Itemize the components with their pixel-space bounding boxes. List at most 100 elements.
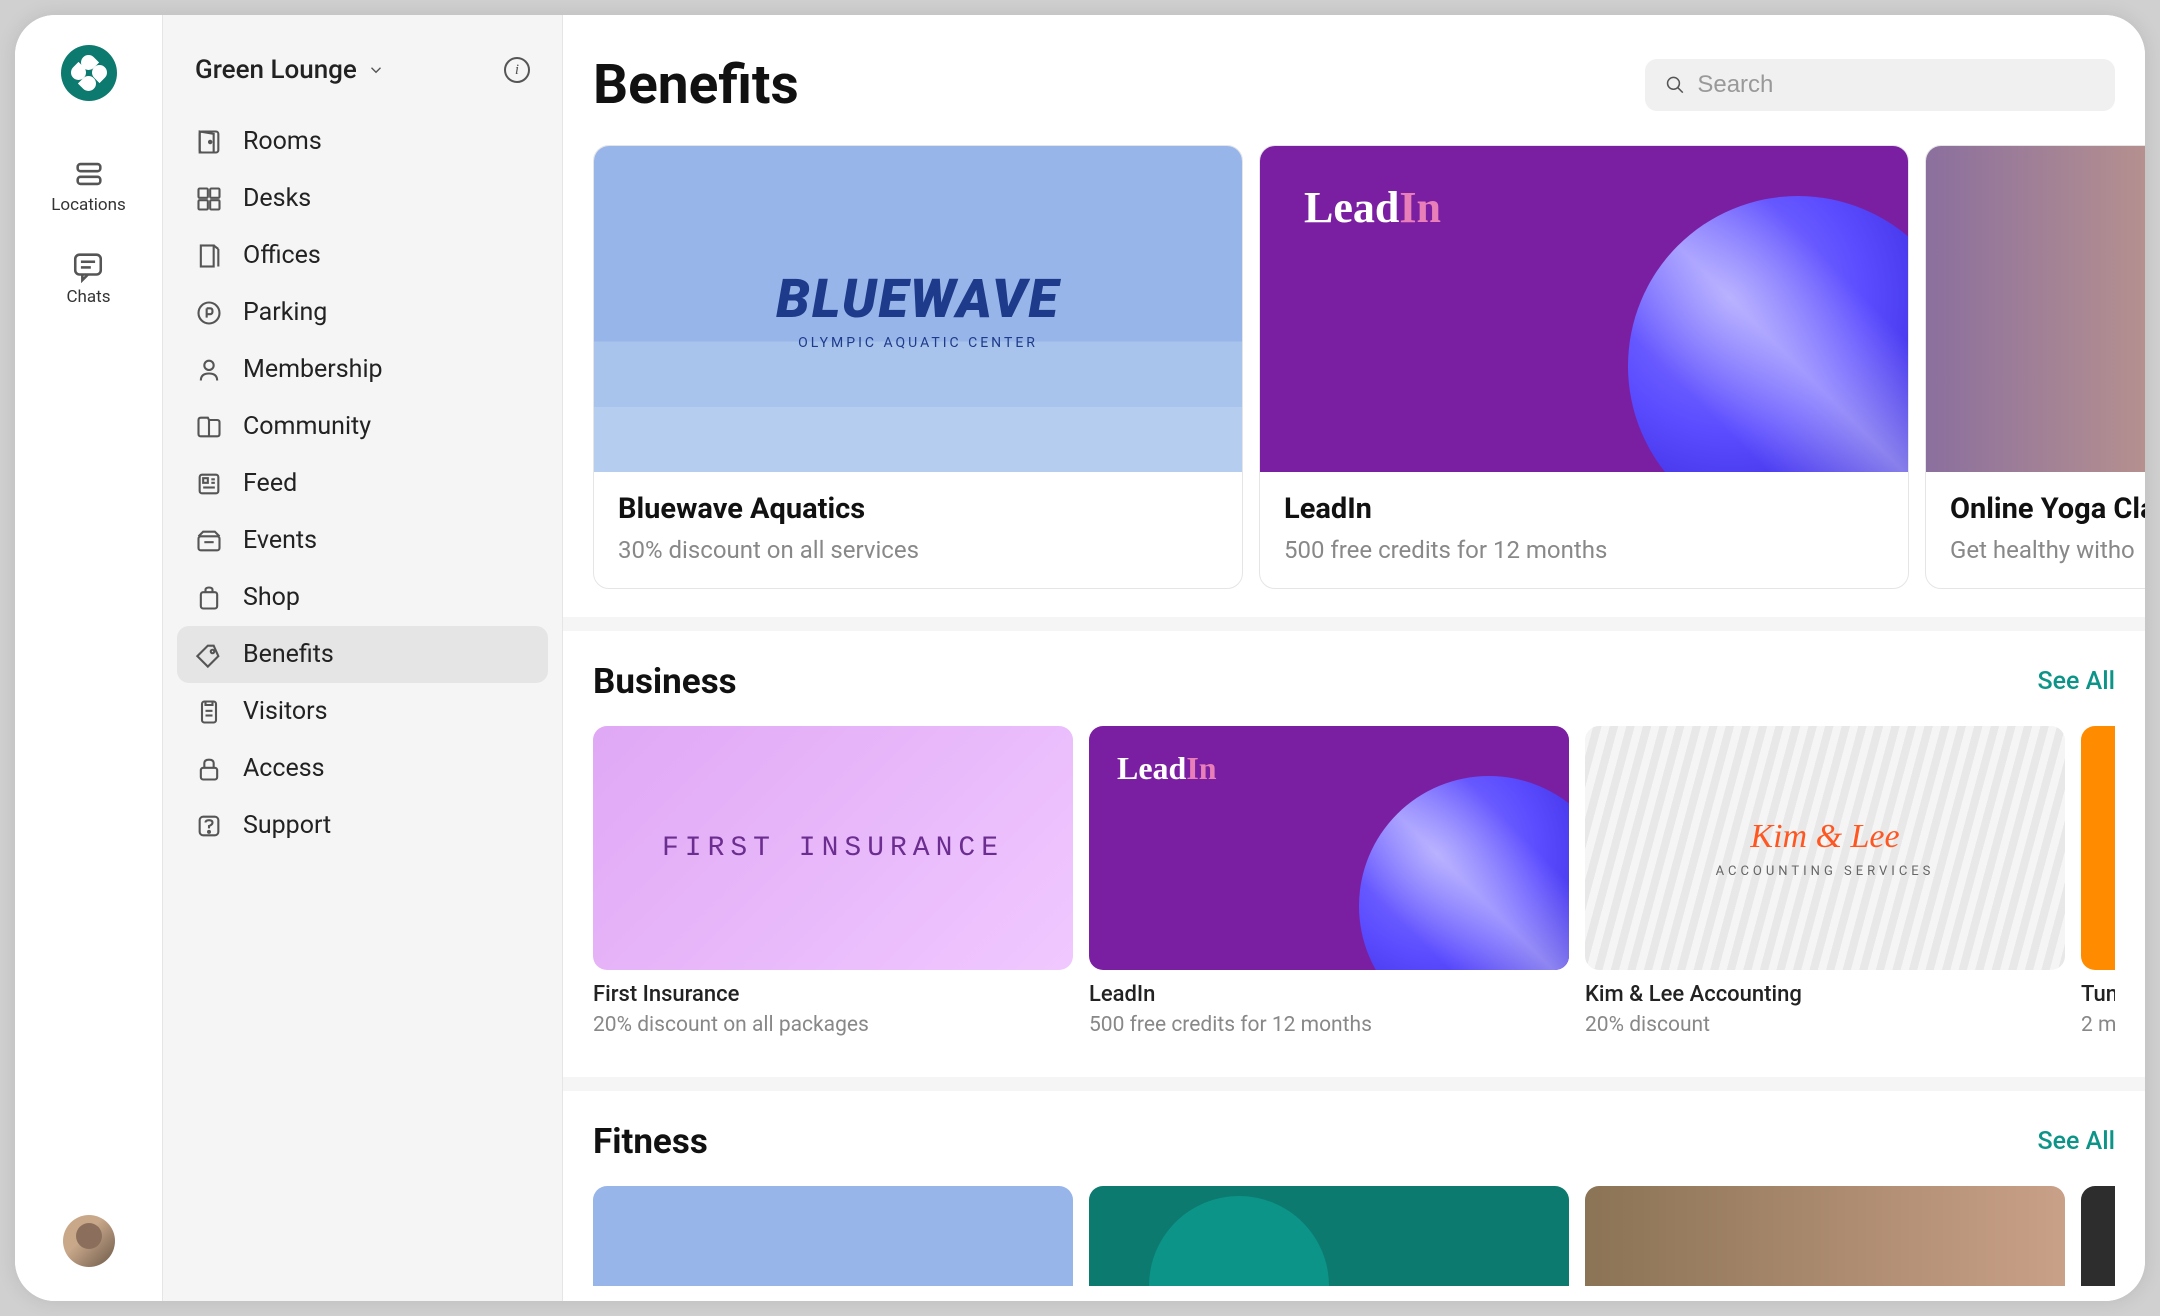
- section-title: Fitness: [593, 1121, 708, 1162]
- card-title: Tunn: [2081, 982, 2115, 1007]
- featured-card-bluewave[interactable]: BLUEWAVE OLYMPIC AQUATIC CENTER Bluewave…: [593, 145, 1243, 589]
- fitness-card-3[interactable]: [1585, 1186, 2065, 1286]
- sidebar-item-desks[interactable]: Desks: [177, 170, 548, 227]
- sidebar-item-rooms[interactable]: Rooms: [177, 113, 548, 170]
- sidebar-item-label: Parking: [243, 298, 327, 327]
- sidebar-item-visitors[interactable]: Visitors: [177, 683, 548, 740]
- decorative-sphere: [1359, 776, 1569, 970]
- sidebar-item-label: Membership: [243, 355, 383, 384]
- rail-chats-label: Chats: [66, 287, 110, 307]
- sidebar: Green Lounge i Rooms Desks Offices Parki…: [163, 15, 563, 1301]
- visitors-icon: [195, 698, 223, 726]
- parking-icon: [195, 299, 223, 327]
- brand-logo-sub: OLYMPIC AQUATIC CENTER: [776, 335, 1060, 351]
- fitness-card-1[interactable]: [593, 1186, 1073, 1286]
- support-icon: [195, 812, 223, 840]
- card-desc: 20% discount on all packages: [593, 1013, 1073, 1037]
- membership-icon: [195, 356, 223, 384]
- brand-logo-text: LeadIn: [1117, 750, 1217, 787]
- sidebar-item-parking[interactable]: Parking: [177, 284, 548, 341]
- card-image: [593, 1186, 1073, 1286]
- app-logo[interactable]: [61, 45, 117, 101]
- brand-logo-text: FIRST INSURANCE: [662, 833, 1004, 864]
- community-icon: [195, 413, 223, 441]
- featured-card-yoga[interactable]: Online Yoga Cla Get healthy witho: [1925, 145, 2145, 589]
- sidebar-item-shop[interactable]: Shop: [177, 569, 548, 626]
- search-box[interactable]: [1645, 59, 2115, 111]
- fitness-card-2[interactable]: [1089, 1186, 1569, 1286]
- rail-chats[interactable]: Chats: [66, 249, 110, 307]
- rooms-icon: [195, 128, 223, 156]
- card-desc: 500 free credits for 12 months: [1284, 536, 1884, 564]
- user-avatar[interactable]: [63, 1215, 115, 1267]
- card-image: [1926, 146, 2145, 472]
- card-image: FIRST INSURANCE: [593, 726, 1073, 970]
- card-desc: Get healthy witho: [1950, 536, 2145, 564]
- section-divider: [563, 1077, 2145, 1091]
- section-divider: [563, 617, 2145, 631]
- main-content: Benefits BLUEWAVE OLYMPIC AQUATIC CENTER…: [563, 15, 2145, 1301]
- rail-locations-label: Locations: [51, 195, 126, 215]
- card-title: LeadIn: [1089, 982, 1569, 1007]
- sidebar-item-label: Desks: [243, 184, 311, 213]
- sidebar-item-community[interactable]: Community: [177, 398, 548, 455]
- feed-icon: [195, 470, 223, 498]
- location-name: Green Lounge: [195, 55, 357, 85]
- sidebar-item-offices[interactable]: Offices: [177, 227, 548, 284]
- brand-logo-text: Kim & Lee: [1750, 818, 1899, 856]
- sidebar-item-events[interactable]: Events: [177, 512, 548, 569]
- card-image: [1089, 1186, 1569, 1286]
- locations-icon: [72, 157, 106, 191]
- see-all-button[interactable]: See All: [2038, 1127, 2115, 1156]
- card-title: Kim & Lee Accounting: [1585, 982, 2065, 1007]
- card-title: Online Yoga Cla: [1950, 492, 2145, 526]
- offices-icon: [195, 242, 223, 270]
- fitness-card-4[interactable]: [2081, 1186, 2115, 1286]
- sidebar-item-label: Events: [243, 526, 317, 555]
- card-tunn[interactable]: Tunn 2 mo: [2081, 726, 2115, 1049]
- brand-logo-sub: ACCOUNTING SERVICES: [1716, 864, 1935, 879]
- section-business: Business See All FIRST INSURANCE First I…: [563, 631, 2145, 1049]
- card-desc: 500 free credits for 12 months: [1089, 1013, 1569, 1037]
- sidebar-item-feed[interactable]: Feed: [177, 455, 548, 512]
- card-image: Kim & Lee ACCOUNTING SERVICES: [1585, 726, 2065, 970]
- chat-icon: [71, 249, 105, 283]
- events-icon: [195, 527, 223, 555]
- sidebar-item-label: Benefits: [243, 640, 334, 669]
- sidebar-item-benefits[interactable]: Benefits: [177, 626, 548, 683]
- brand-logo-text: LeadIn: [1304, 182, 1441, 233]
- sidebar-item-label: Feed: [243, 469, 297, 498]
- section-fitness: Fitness See All: [563, 1091, 2145, 1286]
- card-title: Bluewave Aquatics: [618, 492, 1218, 526]
- location-selector[interactable]: Green Lounge: [195, 55, 385, 85]
- card-image: [2081, 726, 2115, 970]
- search-input[interactable]: [1697, 71, 2095, 99]
- card-first-insurance[interactable]: FIRST INSURANCE First Insurance 20% disc…: [593, 726, 1073, 1049]
- card-desc: 2 mo: [2081, 1013, 2115, 1037]
- sidebar-item-support[interactable]: Support: [177, 797, 548, 854]
- sidebar-item-label: Community: [243, 412, 371, 441]
- card-image: LeadIn: [1089, 726, 1569, 970]
- sidebar-item-label: Rooms: [243, 127, 322, 156]
- card-image: LeadIn: [1260, 146, 1908, 472]
- shop-icon: [195, 584, 223, 612]
- brand-logo-text: BLUEWAVE: [776, 268, 1060, 331]
- featured-card-leadin[interactable]: LeadIn LeadIn 500 free credits for 12 mo…: [1259, 145, 1909, 589]
- sidebar-item-label: Access: [243, 754, 325, 783]
- info-button[interactable]: i: [504, 57, 530, 83]
- featured-carousel: BLUEWAVE OLYMPIC AQUATIC CENTER Bluewave…: [563, 145, 2145, 589]
- rail-locations[interactable]: Locations: [51, 157, 126, 215]
- sidebar-item-label: Support: [243, 811, 331, 840]
- sidebar-item-access[interactable]: Access: [177, 740, 548, 797]
- sidebar-item-label: Offices: [243, 241, 321, 270]
- chevron-down-icon: [367, 61, 385, 79]
- card-kimlee[interactable]: Kim & Lee ACCOUNTING SERVICES Kim & Lee …: [1585, 726, 2065, 1049]
- card-leadin-sm[interactable]: LeadIn LeadIn 500 free credits for 12 mo…: [1089, 726, 1569, 1049]
- sidebar-item-membership[interactable]: Membership: [177, 341, 548, 398]
- card-title: LeadIn: [1284, 492, 1884, 526]
- page-title: Benefits: [593, 53, 799, 117]
- see-all-button[interactable]: See All: [2038, 667, 2115, 696]
- access-icon: [195, 755, 223, 783]
- desks-icon: [195, 185, 223, 213]
- card-image: BLUEWAVE OLYMPIC AQUATIC CENTER: [594, 146, 1242, 472]
